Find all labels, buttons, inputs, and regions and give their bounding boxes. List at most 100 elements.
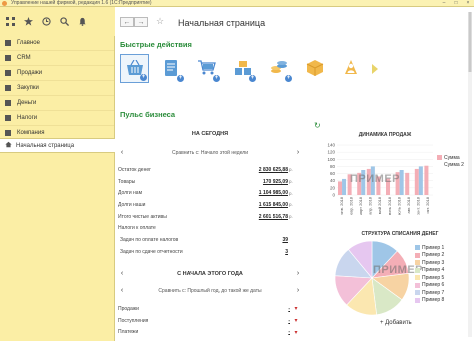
today-period-selector: ‹ Сравнить с: Начало этой недели › xyxy=(118,148,302,157)
quick-action-payment[interactable]: + xyxy=(264,54,293,83)
next-period-icon[interactable]: › xyxy=(294,149,302,156)
row-label: Остаток денег xyxy=(118,166,151,173)
legend-swatch xyxy=(415,282,420,288)
today-compare-label[interactable]: Сравнить с: Начало этой недели xyxy=(126,150,294,156)
prev-period-icon[interactable]: ‹ xyxy=(118,149,126,156)
person-icon xyxy=(342,59,360,79)
quick-action-receipt[interactable]: + xyxy=(228,54,257,83)
legend-item: Пример 7 xyxy=(415,289,444,297)
purchases-icon xyxy=(5,85,11,91)
row-value[interactable]: 1 615 845,00 xyxy=(259,202,288,208)
bar xyxy=(405,172,410,195)
cash-pie-chart xyxy=(334,240,410,316)
row-value[interactable]: - xyxy=(276,318,290,324)
x-tick-label: авг. 2018 xyxy=(406,196,411,213)
row-value[interactable]: - xyxy=(276,306,290,312)
quick-action-employee[interactable] xyxy=(336,54,365,83)
legend-swatch xyxy=(437,155,442,161)
favorite-star-icon[interactable]: ☆ xyxy=(156,16,164,27)
app-logo-icon xyxy=(2,0,7,6)
history-icon[interactable] xyxy=(40,16,52,28)
plus-icon: + xyxy=(213,75,220,82)
legend-label: Пример 7 xyxy=(422,289,445,296)
row-label: Товары xyxy=(118,178,136,185)
year-compare-label[interactable]: Сравнить с: Прошлый год, до такой же дат… xyxy=(126,288,294,294)
quick-action-purchase[interactable]: + xyxy=(192,54,221,83)
more-actions-arrow-icon[interactable] xyxy=(372,54,378,83)
row-value[interactable]: 3 xyxy=(285,249,288,255)
home-icon xyxy=(5,40,11,46)
refresh-icon[interactable]: ↻ xyxy=(314,121,321,130)
x-tick-label: янв. 2018 xyxy=(339,196,344,214)
arrow-right-icon: → xyxy=(137,18,145,26)
sidebar-item-label: Деньги xyxy=(17,100,37,106)
x-tick-label: март 2018 xyxy=(358,196,363,215)
sidebar-item-sales[interactable]: Продажи xyxy=(0,66,114,81)
y-tick-label: 40 xyxy=(330,178,336,183)
row-label: Долги наши xyxy=(118,201,146,208)
document-icon xyxy=(164,59,178,79)
x-tick-label: май 2018 xyxy=(377,196,382,214)
sidebar-item-main[interactable]: Главное xyxy=(0,36,114,51)
row-unit: р. xyxy=(289,167,293,173)
table-row: Задач по оплате налогов 39 xyxy=(118,234,302,246)
legend-label: Пример 1 xyxy=(422,244,445,251)
open-tab-home[interactable]: Начальная страница xyxy=(0,138,115,153)
coins-icon xyxy=(270,60,288,78)
plus-icon: + xyxy=(140,74,147,81)
close-button[interactable]: × xyxy=(462,0,474,6)
sidebar-item-crm[interactable]: CRM xyxy=(0,51,114,66)
quick-action-sale[interactable]: + xyxy=(120,54,149,83)
sidebar-item-label: Продажи xyxy=(17,70,43,76)
cash-chart-title: СТРУКТУРА СПИСАНИЯ ДЕНЕГ xyxy=(361,231,439,237)
row-value[interactable]: 2 830 625,88 xyxy=(259,167,288,173)
maximize-button[interactable]: □ xyxy=(450,0,462,6)
sidebar-item-purchases[interactable]: Закупки xyxy=(0,81,114,96)
legend-item: Пример 1 xyxy=(415,244,444,252)
x-tick-label: июнь 2018 xyxy=(387,196,392,215)
sales-icon xyxy=(5,70,11,76)
sales-chart-legend: Сумма Сумма 2 xyxy=(437,154,464,169)
bar xyxy=(414,168,419,195)
back-button[interactable]: ← xyxy=(120,17,134,27)
plus-icon: + xyxy=(249,75,256,82)
next-period-icon[interactable]: › xyxy=(294,287,302,294)
row-label: Платежи xyxy=(118,329,139,336)
legend-swatch xyxy=(415,245,420,251)
plus-icon: + xyxy=(285,75,292,82)
sidebar-item-label: Налоги xyxy=(17,115,38,121)
sales-chart-watermark: ПРИМЕР xyxy=(350,173,400,185)
sidebar-item-taxes[interactable]: Налоги xyxy=(0,111,114,126)
row-value[interactable]: - xyxy=(276,329,290,335)
arrow-left-icon: ← xyxy=(123,18,131,26)
forward-button[interactable]: → xyxy=(134,17,148,27)
scrollbar[interactable] xyxy=(468,12,472,337)
quick-action-shipment[interactable] xyxy=(300,54,329,83)
table-row: Итого чистые активы 2 601 516,78 р. xyxy=(118,211,302,223)
row-value[interactable]: 1 104 985,00 xyxy=(259,190,288,196)
quick-actions-row: + + + + + xyxy=(120,54,378,83)
sidebar-item-money[interactable]: Деньги xyxy=(0,96,114,111)
prev-period-icon[interactable]: ‹ xyxy=(118,287,126,294)
quick-action-invoice[interactable]: + xyxy=(156,54,185,83)
home-icon xyxy=(5,141,12,150)
sidebar-item-label: CRM xyxy=(17,55,31,61)
row-value[interactable]: 170 925,09 xyxy=(263,179,288,185)
legend-item: Сумма xyxy=(437,154,464,162)
legend-label: Пример 5 xyxy=(422,274,445,281)
next-period-icon[interactable]: › xyxy=(294,270,302,277)
bell-icon[interactable] xyxy=(76,16,88,28)
legend-item: Пример 4 xyxy=(415,267,444,275)
add-widget-link[interactable]: + Добавить xyxy=(380,320,412,326)
bar xyxy=(424,165,429,195)
row-value[interactable]: 2 601 516,78 xyxy=(259,214,288,220)
prev-period-icon[interactable]: ‹ xyxy=(118,270,126,277)
minimize-button[interactable]: – xyxy=(438,0,450,6)
legend-swatch xyxy=(415,275,420,281)
row-value[interactable]: 39 xyxy=(282,237,288,243)
grid-icon[interactable] xyxy=(4,16,16,28)
search-icon[interactable] xyxy=(58,16,70,28)
star-icon[interactable] xyxy=(22,16,34,28)
bar xyxy=(418,166,423,195)
main-content: ← → ☆ Начальная страница Быстрые действи… xyxy=(115,7,474,341)
